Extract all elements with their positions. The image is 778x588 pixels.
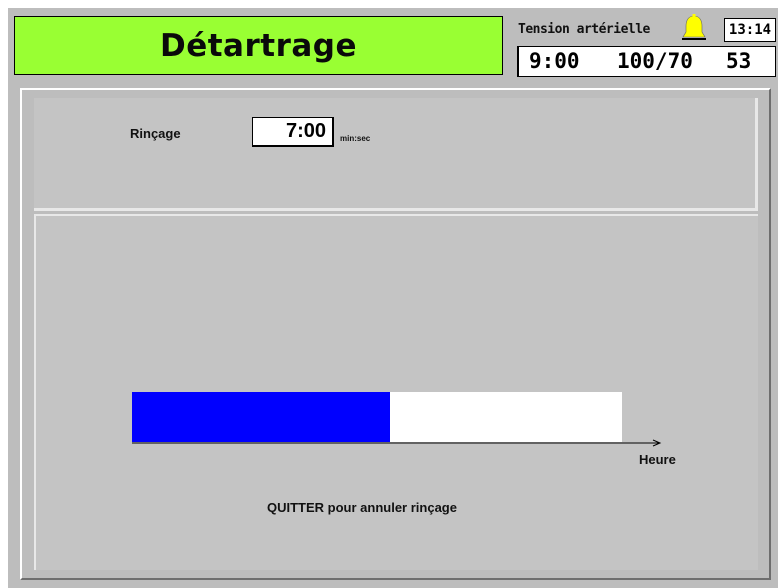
blood-pressure-label: Tension artérielle <box>518 22 650 37</box>
bp-value: 100/70 <box>617 49 693 73</box>
time-axis-label: Heure <box>639 452 676 467</box>
rinse-time-unit: min:sec <box>340 134 371 143</box>
bp-pulse: 53 <box>726 49 752 73</box>
rinse-settings-section: Rinçage 7:00 min:sec <box>34 98 758 211</box>
blood-pressure-readout: 9:00 100/70 53 <box>517 46 776 77</box>
time-axis-arrow <box>132 439 662 447</box>
rinse-label: Rinçage <box>130 126 181 141</box>
main-panel: Rinçage 7:00 min:sec Heure QUITTER pour … <box>20 88 771 580</box>
clock-display: 13:14 <box>724 18 776 42</box>
bell-icon[interactable] <box>680 13 708 43</box>
page-title: Détartrage <box>14 16 503 75</box>
rinse-progress-section: Heure QUITTER pour annuler rinçage <box>34 214 758 570</box>
bp-time: 9:00 <box>529 49 580 73</box>
rinse-time-field[interactable]: 7:00 <box>252 117 334 147</box>
quit-instruction: QUITTER pour annuler rinçage <box>267 500 457 515</box>
rinse-progress-bar <box>132 392 622 442</box>
rinse-progress-fill <box>132 392 390 442</box>
